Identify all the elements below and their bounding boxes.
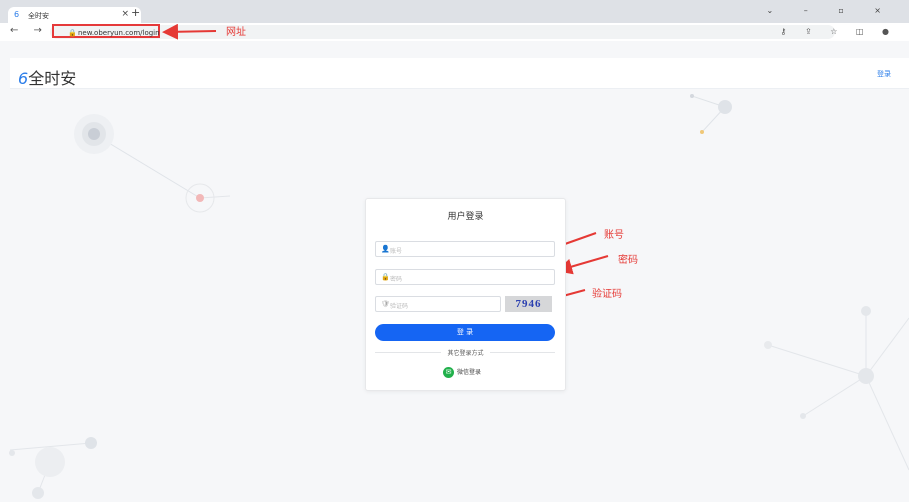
omnibox[interactable] (50, 25, 835, 39)
password-input[interactable]: 🔒 密码 (375, 269, 555, 285)
favicon-icon: 6 (14, 10, 20, 19)
tab-title: 全时安 (28, 12, 49, 20)
annotation-account: 账号 (604, 230, 624, 241)
wechat-login-button[interactable]: ✉ 微信登录 (443, 367, 481, 378)
login-button[interactable]: 登 录 (375, 324, 555, 341)
site-header: 6全时安 登录 (10, 58, 909, 89)
annotation-captcha: 验证码 (592, 289, 622, 300)
address-bar-row: ← → C 🔒 new.oberyun.com/login ⚷ ⇪ ☆ ◫ ● (0, 23, 909, 41)
user-icon: 👤 (381, 245, 390, 253)
header-login-link[interactable]: 登录 (877, 69, 891, 79)
shield-icon: 🛡 (381, 300, 390, 308)
logo-text: 全时安 (28, 69, 77, 88)
lock-icon: 🔒 (381, 273, 390, 281)
login-title: 用户登录 (447, 212, 484, 222)
password-placeholder: 密码 (390, 276, 403, 283)
annotation-url: 网址 (226, 27, 246, 38)
other-login-label: 其它登录方式 (441, 350, 490, 357)
url-highlight-box[interactable]: 🔒 new.oberyun.com/login (52, 24, 160, 38)
lock-icon: 🔒 (68, 29, 77, 37)
other-login-methods: 其它登录方式 (366, 348, 565, 357)
url-text[interactable]: new.oberyun.com/login (78, 29, 160, 37)
account-input[interactable]: 👤 账号 (375, 241, 555, 257)
captcha-placeholder: 验证码 (390, 303, 409, 310)
browser-tab[interactable]: 6 全时安 × (8, 7, 141, 23)
wechat-icon: ✉ (443, 367, 454, 378)
login-card: 用户登录 👤 账号 🔒 密码 🛡 验证码 7946 登 录 其它登录方式 ✉ 微信… (365, 198, 566, 391)
logo-mark-icon: 6 (18, 69, 29, 88)
annotation-password: 密码 (618, 255, 638, 266)
window-controls[interactable]: ⌄ – ▫ × (767, 6, 895, 15)
site-logo[interactable]: 6全时安 (18, 65, 76, 89)
new-tab-icon[interactable]: + (131, 6, 140, 19)
close-tab-icon[interactable]: × (121, 9, 129, 19)
browser-chrome: 6 全时安 × + ⌄ – ▫ × ← → C 🔒 new.oberyun.co… (0, 0, 909, 41)
account-placeholder: 账号 (390, 248, 403, 255)
wechat-label: 微信登录 (457, 369, 482, 376)
browser-toolbar-icons[interactable]: ⚷ ⇪ ☆ ◫ ● (781, 27, 897, 36)
captcha-input[interactable]: 🛡 验证码 (375, 296, 501, 312)
captcha-image[interactable]: 7946 (505, 296, 552, 312)
